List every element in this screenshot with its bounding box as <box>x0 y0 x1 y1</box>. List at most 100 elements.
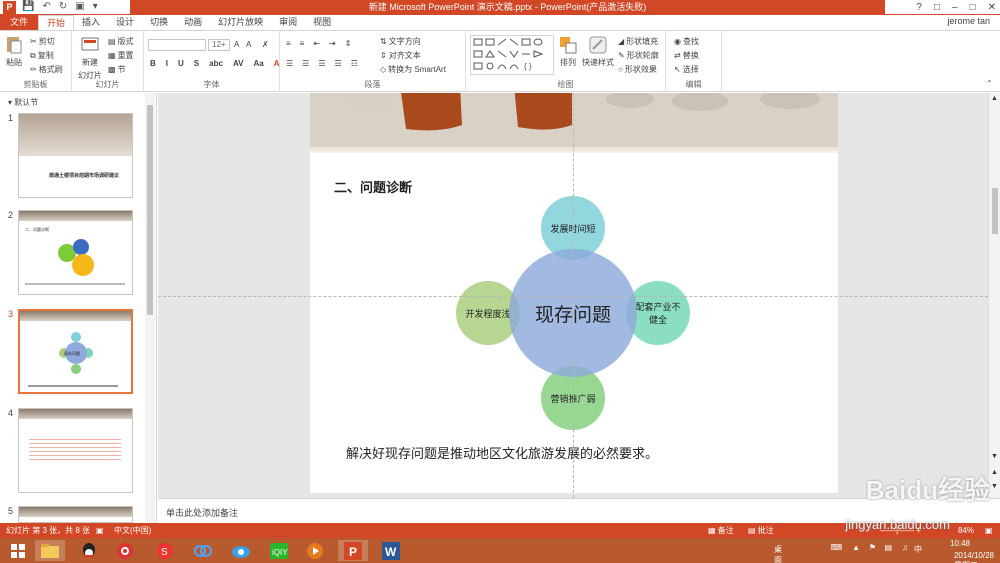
smartart-button[interactable]: ◇ 转换为 SmartArt <box>380 64 446 75</box>
grow-font-button[interactable]: A <box>234 40 239 49</box>
italic-button[interactable]: I <box>166 59 168 68</box>
baidu-cloud-icon[interactable] <box>188 540 218 561</box>
new-slide-button[interactable]: 新建 幻灯片 <box>78 35 102 81</box>
close-icon[interactable]: ✕ <box>988 0 996 15</box>
section-header[interactable]: ▾ 默认节 <box>8 97 38 108</box>
thumbnail-scrollbar[interactable] <box>145 93 155 523</box>
zoom-level[interactable]: 84% <box>958 523 974 538</box>
slide-scrollbar[interactable]: ▲ ▼ ▲ ▼ <box>988 93 1000 498</box>
horizontal-guide[interactable] <box>158 296 988 297</box>
word-taskbar-icon[interactable]: W <box>376 540 406 561</box>
decrease-indent-icon[interactable]: ⇤ <box>313 39 320 48</box>
file-explorer-icon[interactable] <box>35 540 65 561</box>
previous-slide-icon[interactable]: ▲ <box>991 469 998 476</box>
start-icon[interactable] <box>3 540 33 561</box>
desktop-toolbar[interactable]: 桌面 <box>774 544 782 563</box>
change-case-button[interactable]: Aa <box>253 59 263 68</box>
tab-animations[interactable]: 动画 <box>176 15 210 30</box>
section-button[interactable]: ▩ 节 <box>108 64 126 75</box>
sogou-icon[interactable]: S <box>150 540 180 561</box>
language-status[interactable]: 中文(中国) <box>114 523 151 538</box>
tab-design[interactable]: 设计 <box>108 15 142 30</box>
tab-slideshow[interactable]: 幻灯片放映 <box>210 15 271 30</box>
save-icon[interactable]: 💾 <box>22 1 34 12</box>
shape-effects-button[interactable]: ○ 形状效果 <box>618 64 657 75</box>
cloud-video-icon[interactable] <box>226 540 256 561</box>
netease-music-icon[interactable] <box>110 540 140 561</box>
align-left-icon[interactable]: ☰ <box>286 59 293 68</box>
align-center-icon[interactable]: ☰ <box>302 59 309 68</box>
justify-icon[interactable]: ☰ <box>335 59 342 68</box>
player-icon[interactable] <box>300 540 330 561</box>
powerpoint-app-icon[interactable]: P <box>3 1 16 14</box>
notes-toggle[interactable]: ▦ 备注 <box>708 523 734 538</box>
keyboard-icon[interactable]: ⌨ <box>830 543 842 552</box>
current-slide[interactable]: 二、问题诊断 发展时间短 开发程度浅 配套产业不健全 营销推广弱 现存问题 解决… <box>310 93 838 493</box>
format-painter-button[interactable]: ✏ 格式刷 <box>30 64 63 75</box>
align-text-button[interactable]: ⇕ 对齐文本 <box>380 50 421 61</box>
tab-file[interactable]: 文件 <box>0 15 39 30</box>
help-icon[interactable]: ? <box>916 0 922 15</box>
tab-insert[interactable]: 插入 <box>74 15 108 30</box>
font-name-select[interactable] <box>148 39 206 51</box>
slide-footer-text[interactable]: 解决好现存问题是推动地区文化旅游发展的必然要求。 <box>346 443 658 462</box>
clear-format-icon[interactable]: ✗ <box>262 40 269 49</box>
bullets-icon[interactable]: ≡ <box>286 39 291 48</box>
clock-time[interactable]: 10:48 <box>950 539 970 548</box>
line-spacing-icon[interactable]: ⇕ <box>345 39 352 48</box>
tab-review[interactable]: 审阅 <box>271 15 305 30</box>
slide-heading[interactable]: 二、问题诊断 <box>334 177 412 196</box>
qq-icon[interactable] <box>74 540 104 561</box>
quick-styles-button[interactable]: 快速样式 <box>582 35 614 68</box>
shadow-button[interactable]: abc <box>209 59 223 68</box>
volume-icon[interactable]: ♫ <box>902 543 908 552</box>
replace-button[interactable]: ⇄ 替换 <box>674 50 699 61</box>
slide-thumbnail-5[interactable] <box>18 506 133 523</box>
shapes-gallery[interactable]: { } <box>470 35 554 75</box>
minimize-icon[interactable]: – <box>952 0 958 15</box>
spellcheck-icon[interactable]: ▣ <box>96 523 104 538</box>
undo-icon[interactable]: ↶ <box>42 1 50 12</box>
reset-button[interactable]: ▦ 重置 <box>108 50 134 61</box>
ime-indicator[interactable]: 中 <box>914 544 922 555</box>
select-button[interactable]: ↖ 选择 <box>674 64 699 75</box>
numbering-icon[interactable]: ≡ <box>300 39 305 48</box>
flag-icon[interactable]: ⚑ <box>869 543 876 552</box>
slide-thumbnail-3[interactable]: 现存问题 <box>18 309 133 394</box>
tray-expand-icon[interactable]: ▲ <box>852 543 860 552</box>
font-color-button[interactable]: A <box>274 59 280 68</box>
clock-date[interactable]: 2014/10/28 星期二 <box>954 551 994 563</box>
fit-slide-icon[interactable]: ▣ <box>985 523 993 538</box>
bold-button[interactable]: B <box>150 59 156 68</box>
tab-transitions[interactable]: 切换 <box>142 15 176 30</box>
tab-home[interactable]: 开始 <box>38 14 75 31</box>
text-direction-button[interactable]: ⇅ 文字方向 <box>380 36 421 47</box>
next-slide-icon[interactable]: ▼ <box>991 483 998 490</box>
restore-icon[interactable]: □ <box>970 0 976 15</box>
iqiyi-icon[interactable]: iQIYI <box>264 540 294 561</box>
strikethrough-button[interactable]: S <box>194 59 199 68</box>
shape-outline-button[interactable]: ✎ 形状轮廓 <box>618 50 659 61</box>
shrink-font-button[interactable]: A <box>246 40 251 49</box>
start-from-beginning-icon[interactable]: ▣ <box>75 1 84 12</box>
scroll-down-icon[interactable]: ▼ <box>991 453 998 460</box>
network-icon[interactable]: ▤ <box>884 543 892 552</box>
collapse-ribbon-icon[interactable]: ⌃ <box>986 79 993 88</box>
slide-thumbnail-1[interactable]: 南通土楼项目前期市场调研建议 <box>18 113 133 198</box>
slide-thumbnail-4[interactable] <box>18 408 133 493</box>
char-spacing-button[interactable]: AV <box>233 59 244 68</box>
columns-icon[interactable]: ☶ <box>351 59 358 68</box>
align-right-icon[interactable]: ☰ <box>318 59 325 68</box>
powerpoint-taskbar-icon[interactable]: P <box>338 540 368 561</box>
find-button[interactable]: ◉ 查找 <box>674 36 699 47</box>
copy-button[interactable]: ⧉ 复制 <box>30 50 54 61</box>
scroll-up-icon[interactable]: ▲ <box>991 95 998 102</box>
comments-toggle[interactable]: ▤ 批注 <box>748 523 774 538</box>
font-size-select[interactable]: 12+ <box>208 39 230 51</box>
shape-fill-button[interactable]: ◢ 形状填充 <box>618 36 658 47</box>
tab-view[interactable]: 视图 <box>305 15 339 30</box>
redo-icon[interactable]: ↻ <box>59 1 67 12</box>
arrange-button[interactable]: 排列 <box>558 35 578 68</box>
layout-button[interactable]: ▤ 版式 <box>108 36 134 47</box>
slide-thumbnail-2[interactable]: 二、问题诊断 <box>18 210 133 295</box>
